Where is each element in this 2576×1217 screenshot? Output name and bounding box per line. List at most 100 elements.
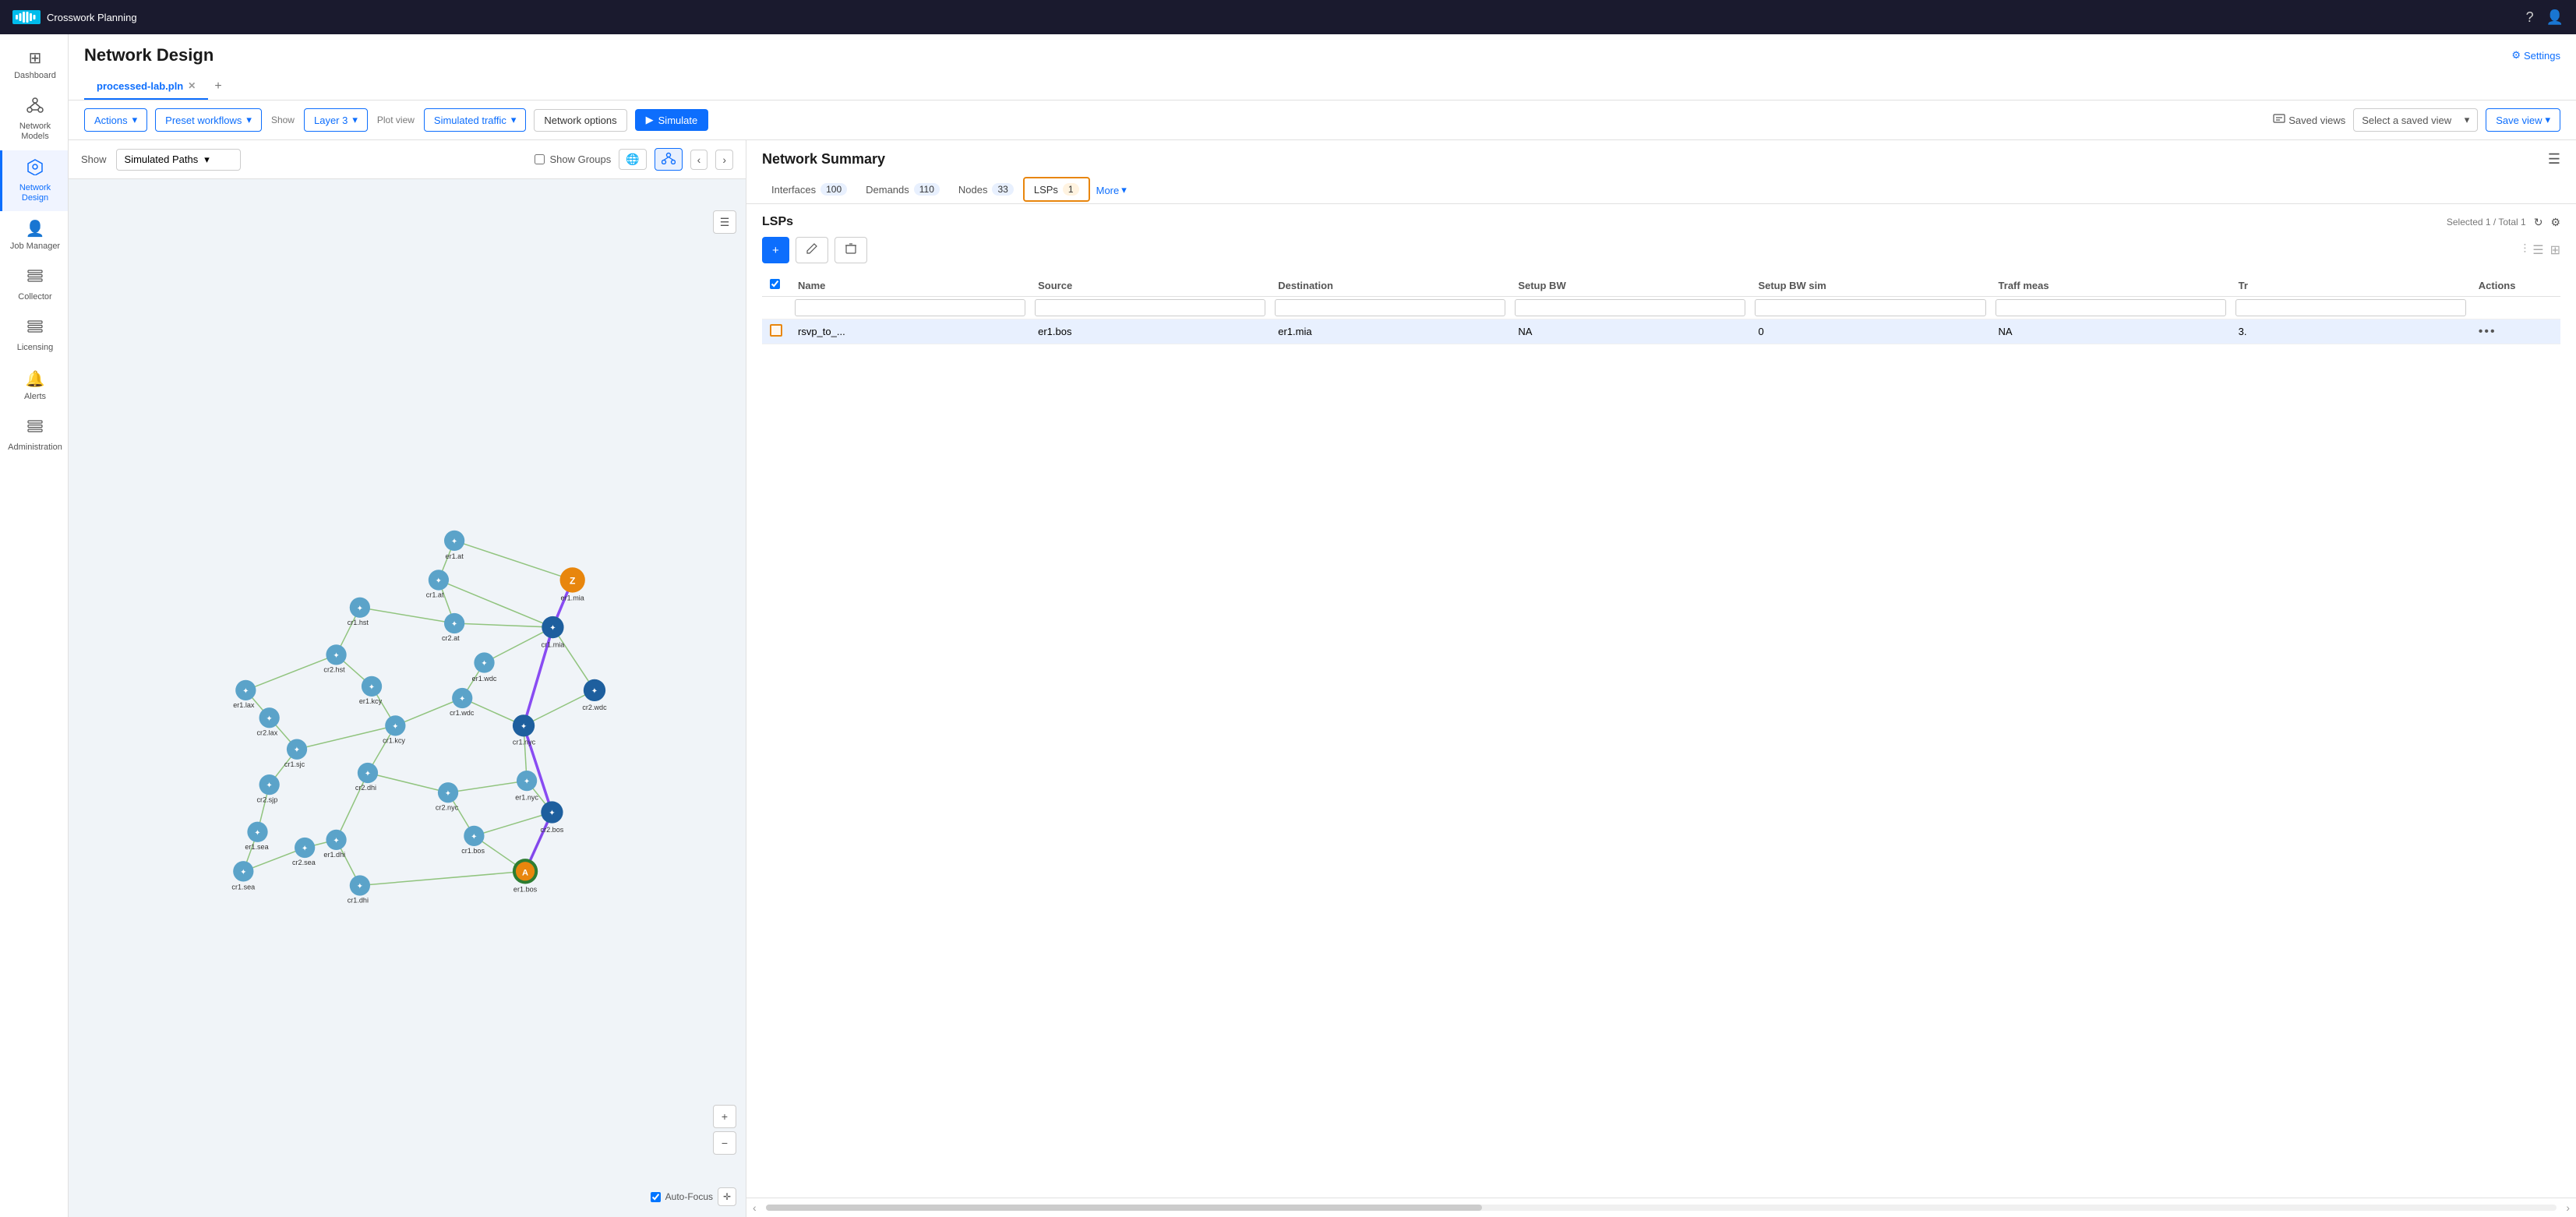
filter-dest-input[interactable]: [1275, 299, 1505, 316]
auto-focus-crosshair-btn[interactable]: ✛: [718, 1187, 736, 1206]
map-nav-prev-btn[interactable]: ‹: [690, 150, 708, 170]
actions-button[interactable]: Actions: [84, 108, 147, 132]
auto-focus-checkbox[interactable]: [651, 1192, 661, 1202]
row-ellipsis-button[interactable]: •••: [2479, 325, 2497, 339]
save-view-button[interactable]: Save view: [2486, 108, 2560, 132]
map-topology-btn[interactable]: [655, 148, 683, 171]
svg-text:er1.at: er1.at: [446, 552, 464, 560]
map-zoom-out-btn[interactable]: −: [713, 1131, 736, 1155]
filter-name-input[interactable]: [795, 299, 1025, 316]
svg-text:er1.dhi: er1.dhi: [323, 851, 345, 859]
th-tr: Tr: [2231, 274, 2471, 297]
sidebar-item-alerts[interactable]: 🔔 Alerts: [0, 362, 68, 410]
lsp-grid-icon[interactable]: ⊞: [2550, 242, 2560, 258]
lsp-toolbar-left: +: [762, 237, 867, 263]
select-all-checkbox[interactable]: [770, 279, 780, 289]
tab-close-icon[interactable]: ✕: [188, 80, 196, 91]
sidebar-item-dashboard[interactable]: ⊞ Dashboard: [0, 41, 68, 89]
lsp-add-button[interactable]: +: [762, 237, 789, 263]
svg-text:cr2.at: cr2.at: [442, 634, 460, 642]
bottom-scrollbar: ‹ ›: [746, 1198, 2576, 1217]
licensing-icon: [26, 318, 44, 340]
map-zoom-in-btn[interactable]: +: [713, 1105, 736, 1128]
map-list-btn[interactable]: ☰: [713, 210, 736, 234]
scrollbar-track[interactable]: [766, 1205, 2557, 1211]
svg-text:✦: ✦: [459, 695, 465, 704]
sidebar-item-network-design[interactable]: Network Design: [0, 150, 68, 211]
map-globe-btn[interactable]: 🌐: [619, 149, 646, 170]
user-icon[interactable]: 👤: [2546, 9, 2564, 26]
lsp-filter-icon[interactable]: ⫶: [2523, 243, 2526, 257]
sidebar-item-collector[interactable]: Collector: [0, 259, 68, 310]
svg-text:✦: ✦: [365, 770, 371, 778]
svg-text:✦: ✦: [436, 577, 442, 585]
settings-link[interactable]: ⚙ Settings: [2511, 49, 2560, 62]
layer3-button[interactable]: Layer 3: [304, 108, 368, 132]
th-source: Source: [1030, 274, 1270, 297]
summary-tab-nodes[interactable]: Nodes 33: [949, 177, 1023, 203]
sidebar-item-job-manager[interactable]: 👤 Job Manager: [0, 211, 68, 259]
show-label-toolbar: Show: [271, 115, 295, 125]
sidebar-item-network-models[interactable]: Network Models: [0, 89, 68, 150]
sidebar-item-administration[interactable]: Administration: [0, 410, 68, 460]
simulated-traffic-button[interactable]: Simulated traffic: [424, 108, 527, 132]
lsp-section: LSPs Selected 1 / Total 1 ↻ ⚙ +: [746, 204, 2576, 1198]
map-svg[interactable]: Z er1.mia ✦ cr1.mia ✦: [69, 179, 746, 1217]
svg-text:er1.wdc: er1.wdc: [472, 675, 497, 683]
job-manager-icon: 👤: [26, 219, 45, 238]
tab-processed-lab[interactable]: processed-lab.pln ✕: [84, 74, 208, 100]
summary-list-icon[interactable]: ☰: [2548, 151, 2560, 168]
lsp-delete-button[interactable]: [835, 237, 867, 263]
scroll-right-arrow[interactable]: ›: [2563, 1201, 2573, 1214]
summary-tab-interfaces[interactable]: Interfaces 100: [762, 177, 856, 203]
row-cb-cell: [762, 319, 790, 344]
map-nav-next-btn[interactable]: ›: [715, 150, 733, 170]
cisco-logo-mark: [12, 10, 41, 24]
svg-text:cr1.bos: cr1.bos: [461, 847, 485, 855]
scroll-left-arrow[interactable]: ‹: [750, 1201, 760, 1214]
network-options-button[interactable]: Network options: [534, 109, 626, 132]
actions-chevron-icon: [132, 114, 138, 126]
filter-bwsim-cell: [1750, 297, 1990, 319]
filter-tr-input[interactable]: [2235, 299, 2466, 316]
lsp-settings-icon[interactable]: ⚙: [2550, 216, 2560, 229]
show-groups-checkbox-label[interactable]: Show Groups: [535, 153, 611, 165]
lsp-title: LSPs: [762, 215, 793, 229]
filter-traffic-input[interactable]: [1996, 299, 2226, 316]
svg-text:cr1.mia: cr1.mia: [542, 640, 566, 648]
interfaces-label: Interfaces: [771, 184, 816, 196]
svg-text:cr1.sjc: cr1.sjc: [284, 760, 305, 768]
sidebar-label-licensing: Licensing: [17, 343, 53, 353]
simulate-button[interactable]: ▶ Simulate: [635, 109, 709, 131]
plot-view-label-toolbar: Plot view: [377, 115, 415, 125]
dashboard-icon: ⊞: [29, 48, 42, 68]
more-button[interactable]: More: [1090, 178, 1133, 203]
tab-add-button[interactable]: +: [208, 73, 228, 100]
row-partial-checkbox[interactable]: [770, 324, 782, 337]
filter-bw-input[interactable]: [1515, 299, 1745, 316]
more-chevron-icon: [1121, 184, 1127, 196]
content-area: Network Design ⚙ Settings processed-lab.…: [69, 34, 2576, 1217]
preset-workflows-button[interactable]: Preset workflows: [155, 108, 262, 132]
th-setup-bw: Setup BW: [1510, 274, 1750, 297]
summary-tab-lsps[interactable]: LSPs 1: [1023, 177, 1090, 202]
interfaces-count: 100: [820, 183, 847, 196]
sidebar-item-licensing[interactable]: Licensing: [0, 310, 68, 361]
lsp-edit-button[interactable]: [796, 237, 828, 263]
filter-source-input[interactable]: [1035, 299, 1265, 316]
lsp-refresh-icon[interactable]: ↻: [2534, 216, 2543, 229]
select-view-dropdown[interactable]: Select a saved view: [2353, 108, 2478, 132]
sidebar: ⊞ Dashboard Network Models Network Desig…: [0, 34, 69, 1217]
filter-bwsim-input[interactable]: [1755, 299, 1985, 316]
scrollbar-thumb[interactable]: [766, 1205, 1482, 1211]
svg-text:A: A: [522, 868, 528, 877]
row-setup-bw: NA: [1510, 319, 1750, 344]
table-row[interactable]: rsvp_to_... er1.bos er1.mia NA 0 NA 3. •…: [762, 319, 2560, 344]
svg-text:✦: ✦: [451, 620, 457, 629]
show-groups-checkbox[interactable]: [535, 154, 545, 164]
help-icon[interactable]: ?: [2526, 9, 2534, 26]
map-show-select[interactable]: Simulated Paths: [116, 149, 241, 171]
lsp-list-icon[interactable]: ☰: [2532, 242, 2543, 258]
summary-tab-demands[interactable]: Demands 110: [856, 177, 949, 203]
summary-tabs: Interfaces 100 Demands 110 Nodes 33 LS: [762, 177, 2560, 203]
